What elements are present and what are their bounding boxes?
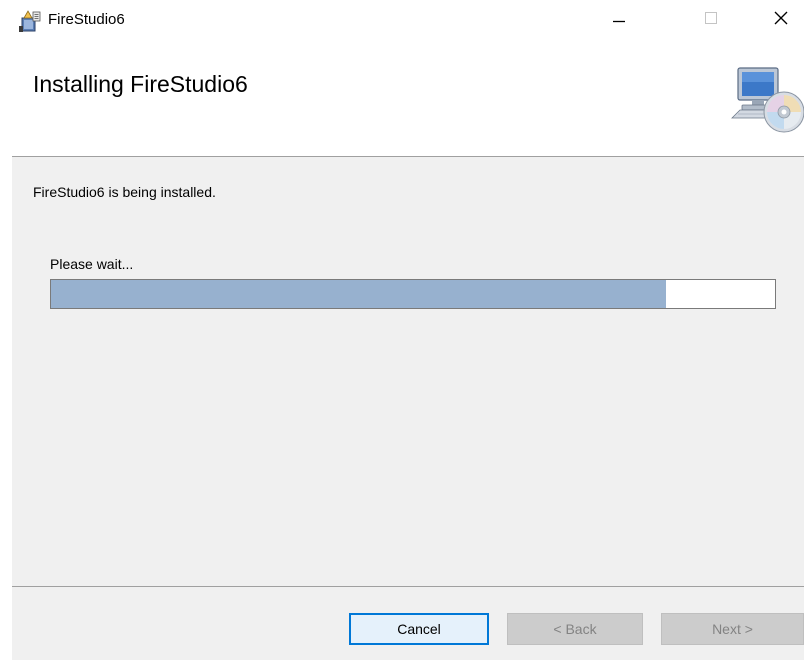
button-bar: Cancel < Back Next >: [12, 587, 804, 660]
maximize-button: [688, 0, 734, 40]
install-status-text: FireStudio6 is being installed.: [33, 184, 216, 200]
next-button: Next >: [661, 613, 804, 645]
window-title: FireStudio6: [48, 11, 125, 28]
title-bar[interactable]: FireStudio6: [0, 0, 804, 40]
back-button: < Back: [507, 613, 643, 645]
content-panel: FireStudio6 is being installed. Please w…: [12, 157, 804, 586]
close-button[interactable]: [758, 0, 804, 40]
install-progress-bar: [50, 279, 776, 309]
please-wait-label: Please wait...: [50, 256, 134, 272]
wizard-header: Installing FireStudio6: [0, 40, 804, 156]
minimize-icon: [612, 11, 626, 30]
minimize-button[interactable]: [596, 0, 642, 40]
progress-fill: [51, 280, 667, 308]
setup-installer-icon[interactable]: [18, 9, 42, 33]
maximize-icon: [704, 11, 718, 30]
computer-cd-icon: [730, 64, 804, 136]
close-icon: [773, 10, 789, 31]
page-title: Installing FireStudio6: [33, 71, 248, 97]
cancel-button[interactable]: Cancel: [349, 613, 489, 645]
